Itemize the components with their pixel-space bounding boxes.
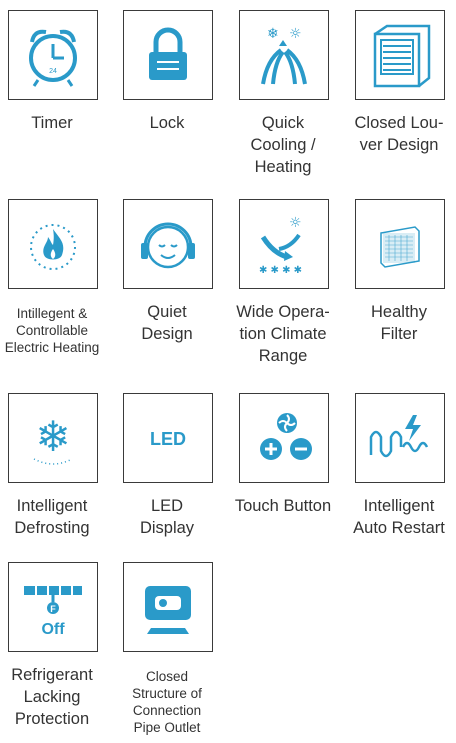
pipe-outlet-icon	[123, 562, 213, 652]
svg-text:❄: ❄	[267, 26, 279, 42]
feature-label-pipe: Closed Structure of Connection Pipe Outlet	[111, 668, 223, 736]
led-text: LED	[150, 429, 186, 449]
label-line: Design	[141, 325, 193, 343]
label-line: tion Climate	[239, 325, 327, 343]
feature-label-timer: Timer	[0, 112, 108, 134]
label-line: Healthy	[371, 303, 427, 321]
label-line: Heating	[254, 158, 312, 176]
closed-louver-icon	[355, 10, 445, 100]
label-line: Defrosting	[14, 519, 90, 537]
label-line: Intillegent &	[16, 306, 88, 321]
refrigerant-off-text: Off	[41, 621, 65, 638]
label-line: Display	[139, 519, 195, 537]
wide-climate-icon: ☼ ✱ ✱ ✱ ✱	[239, 199, 329, 289]
label-line: Closed	[145, 669, 189, 684]
label-line: Electric Heating	[4, 340, 100, 355]
svg-text:☼: ☼	[289, 26, 302, 42]
label-line: Closed Lou-	[354, 114, 444, 132]
label-line: Connection	[132, 703, 202, 718]
refrigerant-f-text: F	[50, 604, 56, 614]
auto-restart-icon	[355, 393, 445, 483]
airflow-snow-sun-icon: ❄ ☼	[239, 10, 329, 100]
feature-label-restart: Intelligent Auto Restart	[343, 495, 455, 539]
feature-label-led: LED Display	[111, 495, 223, 539]
label-line: Protection	[14, 710, 90, 728]
feature-label-refrigerant: Refrigerant Lacking Protection	[0, 664, 108, 730]
label-line: Timer	[31, 114, 73, 132]
timer-24-text: 24	[49, 68, 57, 75]
feature-label-heating: Intillegent & Controllable Electric Heatin…	[0, 305, 108, 356]
touch-buttons-icon	[239, 393, 329, 483]
led-text-icon: LED	[123, 393, 213, 483]
headphones-sleeping-face-icon	[123, 199, 213, 289]
feature-label-climate: Wide Opera-tion Climate Range	[227, 301, 339, 367]
label-line: Range	[258, 347, 308, 365]
label-line: Auto Restart	[353, 519, 445, 537]
svg-text:☼: ☼	[289, 215, 302, 231]
feature-label-louver: Closed Lou-ver Design	[343, 112, 455, 156]
feature-label-quiet: Quiet Design	[111, 301, 223, 345]
feature-label-quick: Quick Cooling / Heating	[227, 112, 339, 178]
label-line: ver Design	[359, 136, 439, 154]
feature-label-lock: Lock	[111, 112, 223, 134]
label-line: LED	[150, 497, 184, 515]
svg-text:✱ ✱ ✱ ✱: ✱ ✱ ✱ ✱	[259, 265, 302, 276]
label-line: Quiet	[147, 303, 187, 321]
padlock-icon	[123, 10, 213, 100]
label-line: Cooling /	[250, 136, 316, 154]
feature-label-filter: Healthy Filter	[343, 301, 455, 345]
feature-label-defrost: Intelligent Defrosting	[0, 495, 108, 539]
snowflake-defrost-icon: ❄	[8, 393, 98, 483]
svg-text:❄: ❄	[35, 412, 70, 461]
label-line: Intelligent	[363, 497, 435, 515]
label-line: Quick	[261, 114, 305, 132]
label-line: Lock	[149, 114, 185, 132]
label-line: Pipe Outlet	[133, 720, 201, 735]
label-line: Intelligent	[16, 497, 88, 515]
label-line: Lacking	[23, 688, 81, 706]
label-line: Controllable	[15, 323, 89, 338]
label-line: Wide Opera-	[236, 303, 330, 321]
refrigerant-off-icon: F Off	[8, 562, 98, 652]
flame-icon	[8, 199, 98, 289]
label-line: Structure of	[132, 686, 202, 701]
label-line: Refrigerant	[11, 666, 93, 684]
label-line: Touch Button	[234, 497, 332, 515]
alarm-clock-icon: 24	[8, 10, 98, 100]
label-line: Filter	[380, 325, 418, 343]
feature-label-touch: Touch Button	[227, 495, 339, 517]
honeycomb-filter-icon	[355, 199, 445, 289]
